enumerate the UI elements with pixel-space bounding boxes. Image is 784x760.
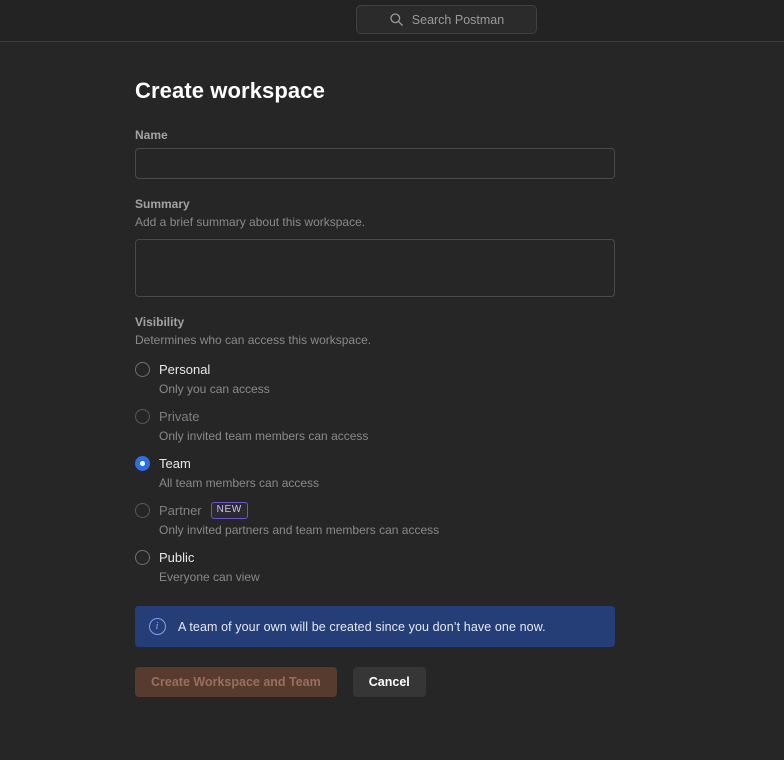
- visibility-options: Personal Only you can access Private Onl…: [135, 361, 615, 585]
- radio-private: [135, 409, 150, 424]
- radio-team[interactable]: [135, 456, 150, 471]
- name-label: Name: [135, 128, 615, 142]
- cancel-button[interactable]: Cancel: [353, 667, 426, 697]
- option-desc-private: Only invited team members can access: [159, 429, 368, 444]
- banner-text: A team of your own will be created since…: [178, 620, 546, 634]
- option-label-partner: Partner: [159, 502, 202, 519]
- create-workspace-and-team-button[interactable]: Create Workspace and Team: [135, 667, 337, 697]
- option-desc-public: Everyone can view: [159, 570, 260, 585]
- option-label-public: Public: [159, 549, 194, 566]
- summary-input[interactable]: [135, 239, 615, 297]
- visibility-option-personal[interactable]: Personal Only you can access: [135, 361, 615, 397]
- option-desc-partner: Only invited partners and team members c…: [159, 523, 439, 538]
- visibility-option-team[interactable]: Team All team members can access: [135, 455, 615, 491]
- app-header: Search Postman: [0, 0, 784, 42]
- page-title: Create workspace: [135, 78, 615, 104]
- radio-personal[interactable]: [135, 362, 150, 377]
- visibility-option-private: Private Only invited team members can ac…: [135, 408, 615, 444]
- visibility-helper: Determines who can access this workspace…: [135, 333, 615, 347]
- option-label-team: Team: [159, 455, 191, 472]
- search-icon: [389, 12, 404, 27]
- visibility-option-partner: Partner NEW Only invited partners and te…: [135, 502, 615, 538]
- team-info-banner: i A team of your own will be created sin…: [135, 606, 615, 647]
- create-workspace-page: Create workspace Name Summary Add a brie…: [0, 42, 615, 697]
- option-desc-team: All team members can access: [159, 476, 319, 491]
- action-buttons: Create Workspace and Team Cancel: [135, 667, 615, 697]
- option-desc-personal: Only you can access: [159, 382, 270, 397]
- summary-label: Summary: [135, 197, 615, 211]
- info-icon: i: [149, 618, 166, 635]
- search-placeholder: Search Postman: [412, 13, 504, 27]
- radio-public[interactable]: [135, 550, 150, 565]
- visibility-option-public[interactable]: Public Everyone can view: [135, 549, 615, 585]
- new-badge: NEW: [211, 502, 248, 519]
- visibility-label: Visibility: [135, 315, 615, 329]
- name-input[interactable]: [135, 148, 615, 179]
- option-label-private: Private: [159, 408, 199, 425]
- summary-helper: Add a brief summary about this workspace…: [135, 215, 615, 229]
- radio-partner: [135, 503, 150, 518]
- global-search[interactable]: Search Postman: [356, 5, 537, 34]
- option-label-personal: Personal: [159, 361, 210, 378]
